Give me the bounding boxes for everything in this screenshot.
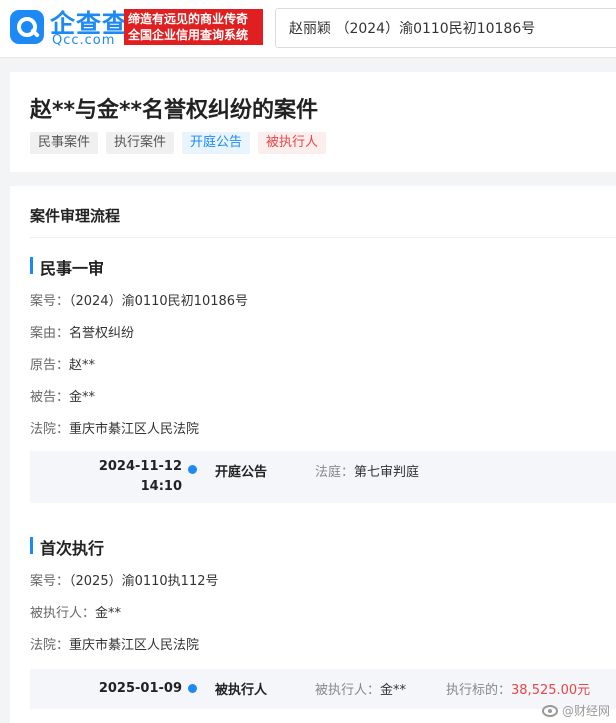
field-value: 名誉权纠纷 (69, 326, 135, 341)
field-label: 案号： (30, 574, 70, 589)
watermark-text: @财经网 (561, 704, 610, 718)
field-label: 案号： (30, 294, 70, 309)
field-label: 法院： (30, 422, 70, 437)
info-value: 第七审判庭 (354, 465, 420, 480)
field-label: 原告： (30, 358, 70, 373)
timeline-date: 2024-11-12 14:10 (80, 457, 182, 497)
tag-civil-case[interactable]: 民事案件 (30, 132, 99, 154)
logo-domain: Qcc.com (52, 33, 116, 48)
flow-title: 案件审理流程 (30, 207, 121, 225)
timeline-dot-icon (188, 465, 197, 474)
slogan-line-2: 全国企业信用查询系统 (128, 28, 249, 42)
section-first-instance: 民事一审 (30, 255, 104, 279)
timeline-type: 开庭公告 (215, 465, 268, 480)
field-case-number: 案号：（2024）渝0110民初10186号 (30, 290, 248, 309)
field-case-number: 案号：（2025）渝0110执112号 (30, 570, 219, 589)
field-plaintiff: 原告：赵** (30, 354, 95, 373)
watermark: @财经网 (541, 702, 610, 719)
field-cause: 案由：名誉权纠纷 (30, 322, 134, 341)
field-judgment-debtor: 被执行人：金** (30, 602, 121, 621)
info-label: 被执行人： (315, 683, 381, 698)
field-label: 案由： (30, 326, 70, 341)
amount-value: 38,525.00元 (511, 683, 591, 698)
case-header-card: 赵**与金**名誉权纠纷的案件 民事案件 执行案件 开庭公告 被执行人 (10, 72, 616, 172)
timeline-date-day: 2024-11-12 (98, 459, 182, 474)
field-value[interactable]: 重庆市綦江区人民法院 (69, 422, 199, 437)
timeline-info: 法庭：第七审判庭 (315, 461, 419, 480)
timeline-row-debtor[interactable]: 2025-01-09 被执行人 被执行人：金** 执行标的：38,525.00元 (30, 669, 616, 709)
field-value: （2025）渝0110执112号 (69, 574, 219, 589)
field-label: 法院： (30, 638, 70, 653)
info-label: 法庭： (315, 465, 355, 480)
field-court: 法院：重庆市綦江区人民法院 (30, 634, 199, 653)
field-value[interactable]: 金** (69, 390, 95, 405)
field-value[interactable]: 重庆市綦江区人民法院 (69, 638, 199, 653)
field-defendant: 被告：金** (30, 386, 95, 405)
header: 企查查 Qcc.com 缔造有远见的商业传奇 全国企业信用查询系统 (0, 0, 616, 58)
tag-execution-case[interactable]: 执行案件 (106, 132, 175, 154)
timeline-row-hearing[interactable]: 2024-11-12 14:10 开庭公告 法庭：第七审判庭 (30, 451, 616, 503)
timeline-info-debtor: 被执行人：金** (315, 679, 406, 698)
field-label: 被执行人： (30, 606, 96, 621)
field-label: 被告： (30, 390, 70, 405)
timeline-type: 被执行人 (215, 683, 268, 698)
info-value: 金** (380, 683, 407, 698)
field-value[interactable]: 金** (95, 606, 121, 621)
timeline-info-amount: 执行标的：38,525.00元 (446, 679, 590, 698)
field-court: 法院：重庆市綦江区人民法院 (30, 418, 199, 437)
case-title: 赵**与金**名誉权纠纷的案件 (30, 98, 319, 123)
section-first-execution: 首次执行 (30, 535, 104, 559)
search-input[interactable] (275, 8, 616, 48)
tag-judgment-debtor[interactable]: 被执行人 (258, 132, 327, 154)
divider (30, 237, 616, 238)
slogan-line-1: 缔造有远见的商业传奇 (128, 12, 249, 26)
timeline-date-time: 14:10 (140, 479, 182, 494)
field-value[interactable]: 赵** (69, 358, 95, 373)
timeline-dot-icon (188, 684, 197, 693)
field-value: （2024）渝0110民初10186号 (69, 294, 249, 309)
case-flow-card: 案件审理流程 民事一审 案号：（2024）渝0110民初10186号 案由：名誉… (10, 186, 616, 723)
tag-hearing-notice[interactable]: 开庭公告 (182, 132, 251, 154)
amount-label: 执行标的： (446, 683, 512, 698)
qcc-logo-icon[interactable] (10, 10, 44, 44)
slogan-banner: 缔造有远见的商业传奇 全国企业信用查询系统 (124, 9, 263, 45)
timeline-date: 2025-01-09 (98, 681, 182, 696)
case-tags: 民事案件 执行案件 开庭公告 被执行人 (30, 132, 327, 154)
weibo-icon (541, 704, 558, 717)
